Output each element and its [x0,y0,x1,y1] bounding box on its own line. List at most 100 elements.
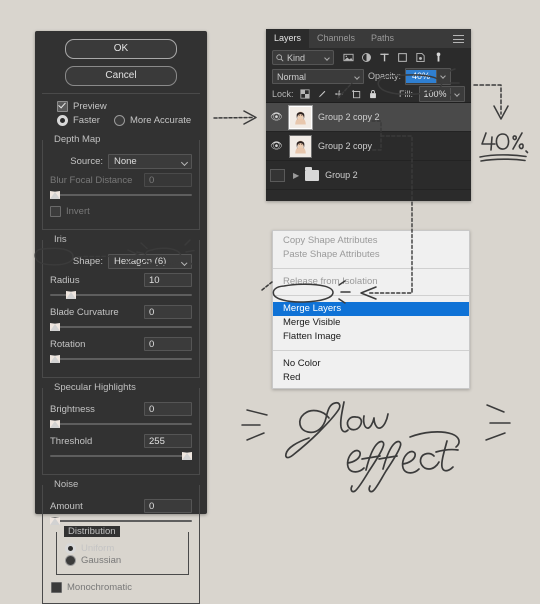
slider-track [50,455,192,457]
menu-item-release-from-isolation[interactable]: Release from Isolation [273,275,469,289]
fill-chevron-down-icon[interactable] [450,87,464,100]
layer-row-group-2-copy-2[interactable]: 👁 Group 2 copy 2 [266,103,471,132]
layer-row-group-2-copy[interactable]: 👁 Group 2 copy [266,132,471,161]
noise-legend: Noise [50,479,83,490]
lock-position-icon[interactable] [334,89,344,99]
layer-list: 👁 Group 2 copy 2 👁 Group 2 copy ▶ Group … [266,102,471,190]
blade-curvature-slider[interactable] [50,323,192,331]
eye-icon[interactable]: 👁 [270,141,283,152]
lock-image-pixels-icon[interactable] [317,89,327,99]
layer-thumbnail[interactable] [289,134,312,158]
invert-checkbox[interactable] [50,206,61,217]
fill-control: 100% [419,85,465,102]
fill-input[interactable]: 100% [420,88,450,100]
layer-row-group-2[interactable]: ▶ Group 2 [266,161,471,190]
blur-focal-distance-field[interactable]: 0 [144,173,192,187]
threshold-slider[interactable] [50,452,192,460]
more-accurate-label: More Accurate [129,115,192,126]
layer-context-menu: Copy Shape Attributes Paste Shape Attrib… [272,230,470,389]
preview-label: Preview [73,101,107,112]
noise-amount-slider[interactable] [50,517,192,525]
gaussian-radio[interactable] [65,555,76,566]
menu-item-merge-visible[interactable]: Merge Visible [273,316,469,330]
radius-field[interactable]: 10 [144,273,192,287]
cancel-button[interactable]: Cancel [65,66,177,86]
tab-channels[interactable]: Channels [309,29,363,48]
menu-item-flatten-image[interactable]: Flatten Image [273,330,469,344]
slider-thumb[interactable] [66,291,76,299]
screenshot-canvas: OK Cancel Preview Faster More Accurate D… [0,0,540,604]
eye-icon[interactable]: 👁 [270,112,283,123]
handwritten-40-percent [479,132,529,162]
chevron-right-icon[interactable]: ▶ [293,171,299,180]
faster-label: Faster [73,115,100,126]
type-filter-icon[interactable] [379,52,390,63]
menu-separator [273,350,469,351]
source-select[interactable]: None [108,154,192,169]
depth-map-section: Depth Map Source: None Blur Focal Distan… [42,134,200,230]
iris-shape-select[interactable]: Hexagon (6) [108,254,192,269]
radius-slider[interactable] [50,291,192,299]
slider-thumb[interactable] [50,517,60,525]
slider-thumb[interactable] [50,323,60,331]
faster-radio[interactable] [57,115,68,126]
portrait-thumbnail-art [290,106,311,128]
menu-item-paste-shape-attributes[interactable]: Paste Shape Attributes [273,248,469,262]
rotation-label: Rotation [50,338,86,350]
monochromatic-label: Monochromatic [67,582,132,593]
slider-thumb[interactable] [50,191,60,199]
blur-focal-distance-label: Blur Focal Distance [50,174,133,186]
menu-item-copy-shape-attributes[interactable]: Copy Shape Attributes [273,234,469,248]
slider-track [50,326,192,328]
slider-thumb[interactable] [50,420,60,428]
preview-checkbox[interactable] [57,101,68,112]
blend-mode-select[interactable]: Normal [272,68,364,84]
tab-paths[interactable]: Paths [363,29,402,48]
layer-thumbnail[interactable] [288,104,313,130]
blur-focal-distance-slider[interactable] [50,191,192,199]
tab-layers[interactable]: Layers [266,29,310,48]
filter-kind-label: Kind [287,52,306,63]
uniform-radio[interactable] [65,543,76,554]
lock-all-icon[interactable] [368,89,378,99]
rotation-field[interactable]: 0 [144,337,192,351]
monochromatic-checkbox[interactable] [51,582,62,593]
layer-filter-row: Kind [266,48,471,67]
filter-kind-select[interactable]: Kind [272,50,334,65]
layer-name: Group 2 copy 2 [318,112,380,122]
amount-label: Amount [50,500,83,512]
distribution-section: Distribution Uniform Gaussian [56,526,189,575]
iris-legend: Iris [50,234,71,245]
menu-item-red[interactable]: Red [273,371,469,385]
eye-toggle-off-icon[interactable] [270,168,285,182]
menu-item-merge-layers[interactable]: Merge Layers [273,302,469,316]
adjustment-filter-icon[interactable] [361,52,372,63]
blade-curvature-field[interactable]: 0 [144,305,192,319]
threshold-field[interactable]: 255 [144,434,192,448]
amount-field[interactable]: 0 [144,499,192,513]
gaussian-label: Gaussian [81,555,122,566]
smart-object-filter-icon[interactable] [415,52,426,63]
brightness-slider[interactable] [50,420,192,428]
opacity-chevron-down-icon[interactable] [436,69,450,83]
hamburger-icon[interactable] [453,35,464,46]
toggle-filter-icon[interactable] [433,52,444,63]
ok-button[interactable]: OK [65,39,177,59]
shape-filter-icon[interactable] [397,52,408,63]
slider-track [50,423,192,425]
slider-thumb[interactable] [182,452,192,460]
rotation-slider[interactable] [50,355,192,363]
lock-artboard-icon[interactable] [351,89,361,99]
more-accurate-radio[interactable] [113,115,125,126]
opacity-label: Opacity: [368,71,402,81]
menu-separator [273,295,469,296]
menu-separator [273,268,469,269]
image-filter-icon[interactable] [343,52,354,63]
slider-thumb[interactable] [50,355,60,363]
brightness-field[interactable]: 0 [144,402,192,416]
opacity-input[interactable]: 40% [406,69,437,83]
preview-section: Preview Faster More Accurate [42,93,200,134]
menu-item-no-color[interactable]: No Color [273,357,469,371]
lock-transparent-pixels-icon[interactable] [299,88,310,99]
panel-tab-bar: Layers Channels Paths [266,29,471,48]
